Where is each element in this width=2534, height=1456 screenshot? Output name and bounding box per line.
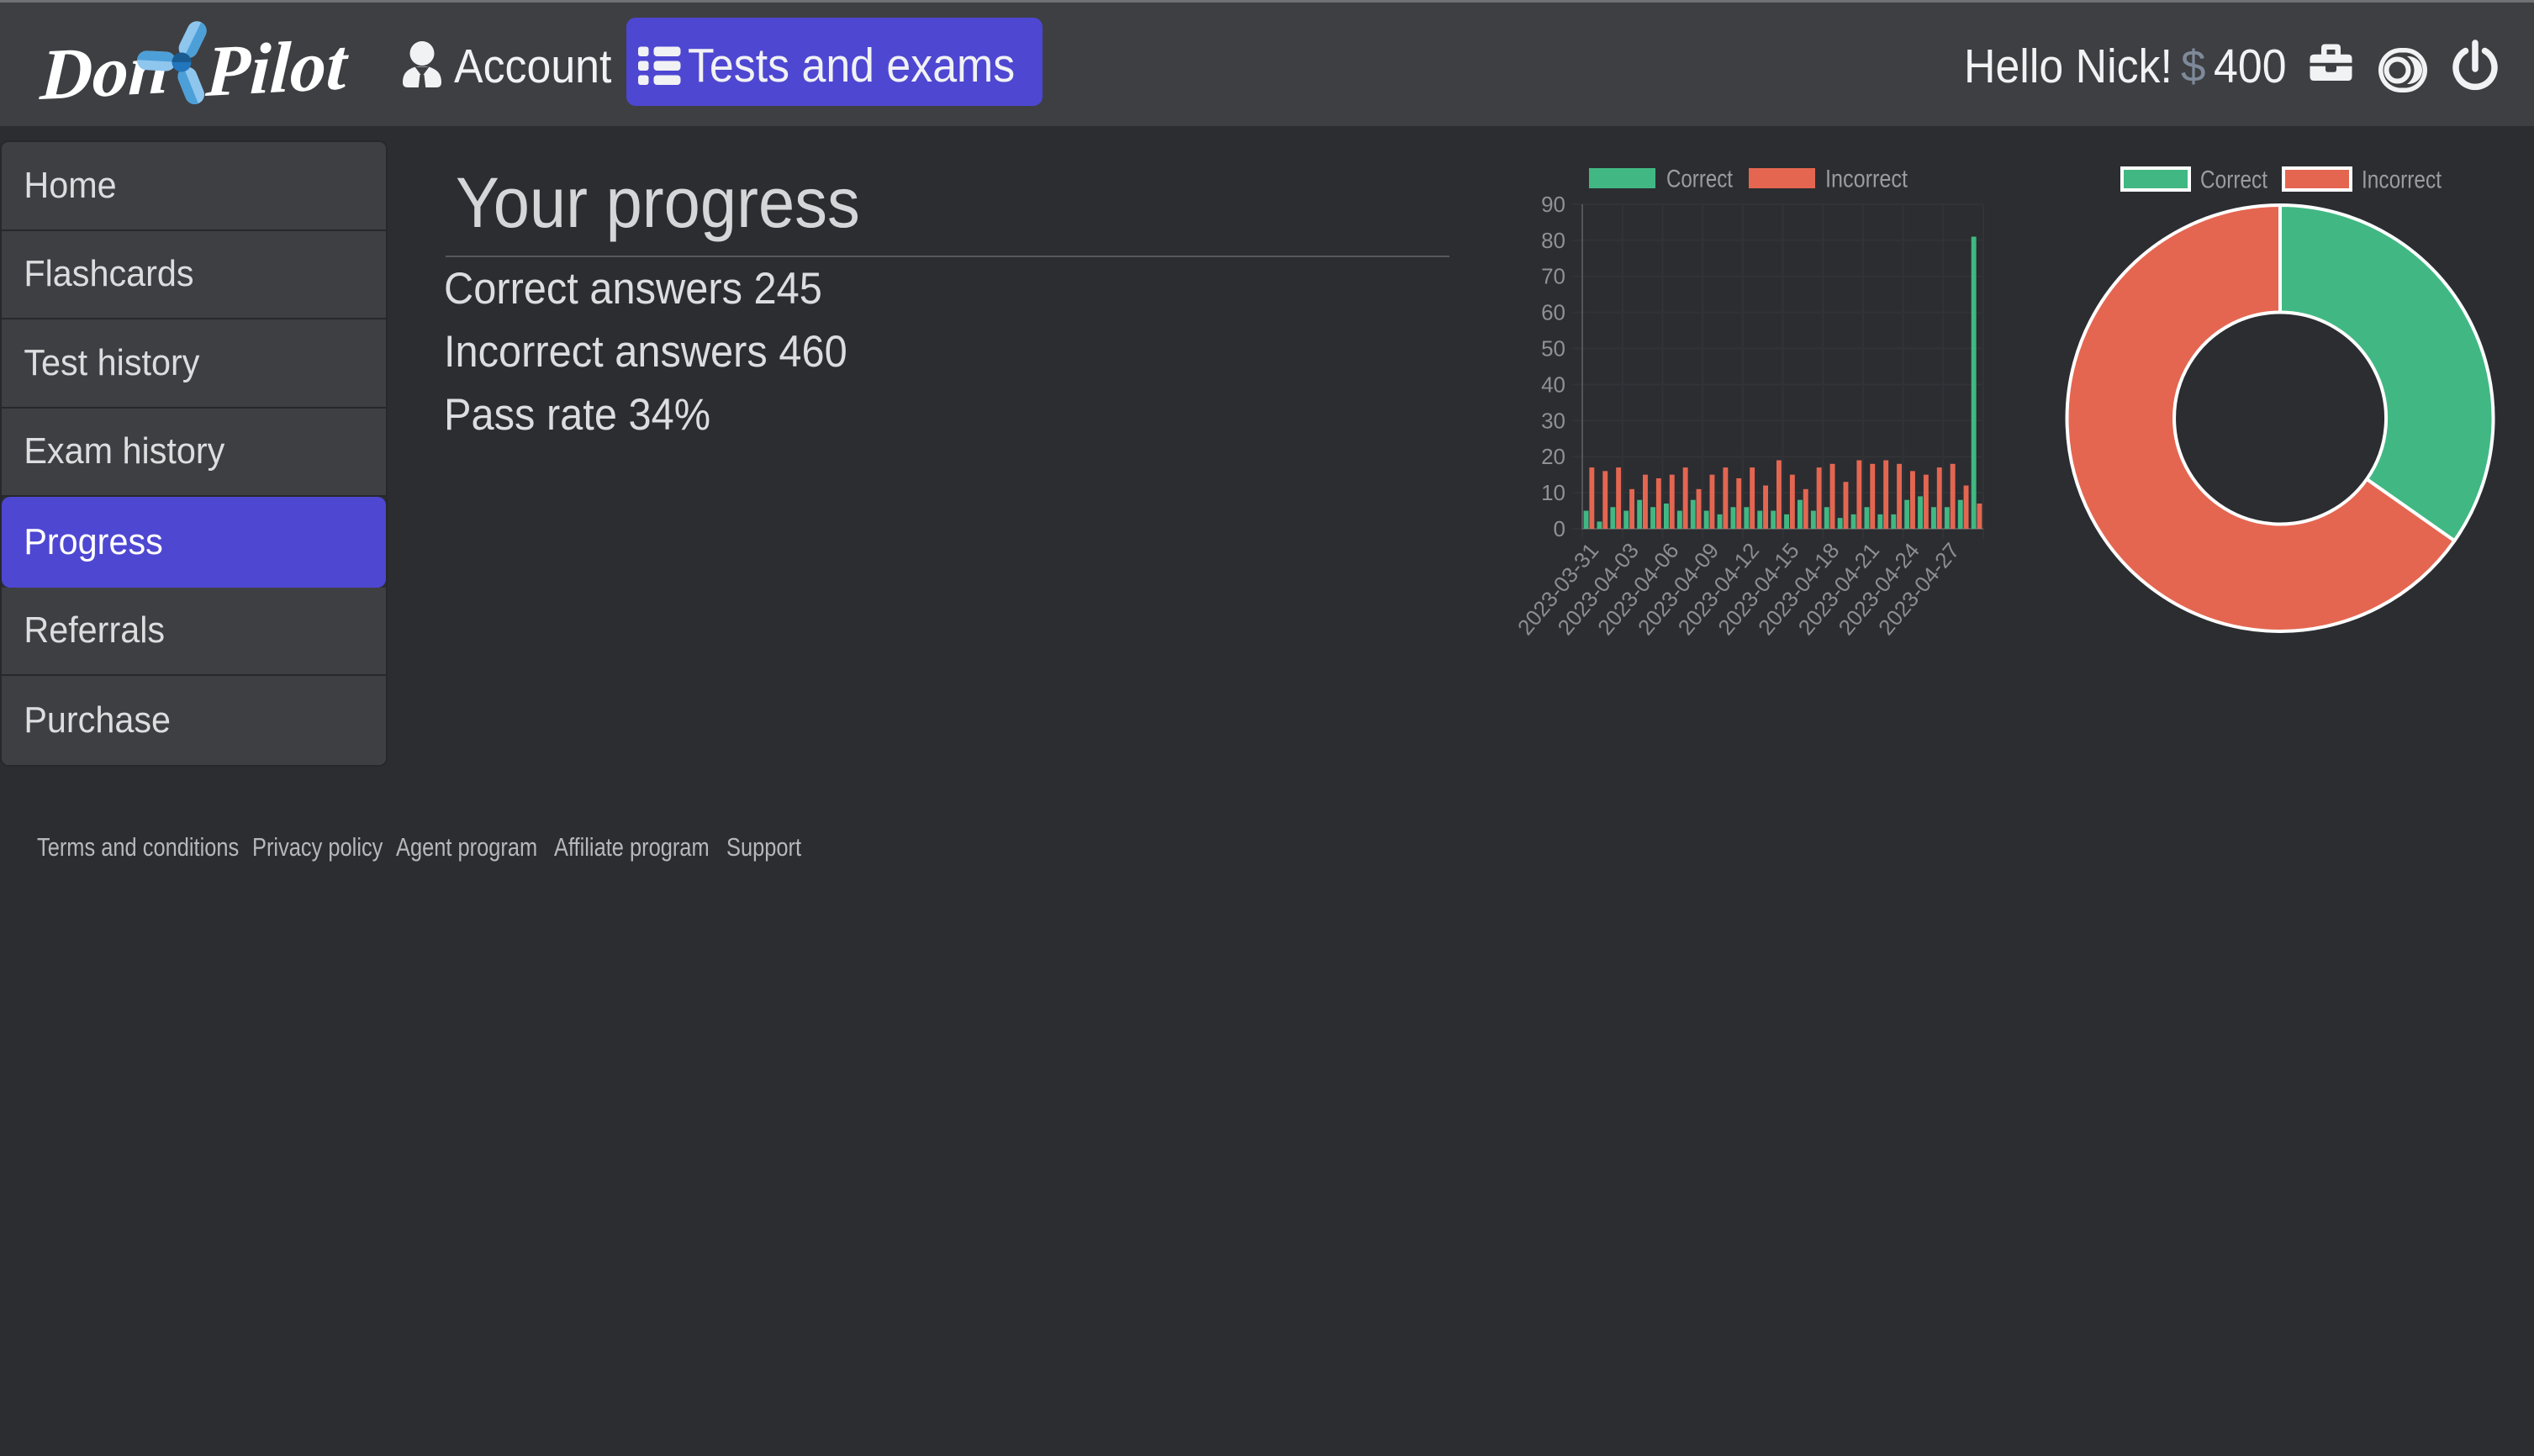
svg-text:60: 60 [1541, 300, 1565, 325]
svg-text:40: 40 [1541, 372, 1565, 397]
svg-text:50: 50 [1541, 336, 1565, 361]
svg-text:Incorrect: Incorrect [2362, 166, 2442, 194]
svg-text:20: 20 [1541, 444, 1565, 469]
svg-text:Correct: Correct [1666, 166, 1734, 193]
svg-text:90: 90 [1541, 192, 1565, 217]
svg-text:0: 0 [1554, 516, 1565, 541]
svg-text:10: 10 [1541, 480, 1565, 505]
svg-text:Incorrect: Incorrect [1825, 166, 1908, 193]
svg-text:30: 30 [1541, 408, 1565, 433]
svg-text:80: 80 [1541, 228, 1565, 253]
svg-text:Correct: Correct [2200, 166, 2268, 194]
svg-text:70: 70 [1541, 264, 1565, 289]
